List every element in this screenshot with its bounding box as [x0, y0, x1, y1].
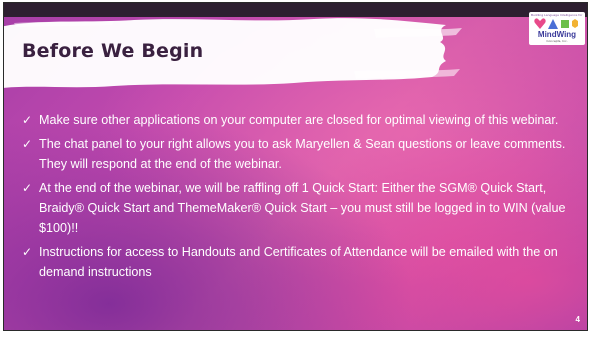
- bullet-item: ✓ Instructions for access to Handouts an…: [22, 242, 572, 282]
- checkmark-icon: ✓: [22, 245, 33, 259]
- logo-shapes-icon: [534, 18, 578, 29]
- bullet-text: Instructions for access to Handouts and …: [39, 245, 558, 279]
- bullet-text: The chat panel to your right allows you …: [39, 137, 566, 171]
- slide: Before We Begin Building Language Intell…: [3, 2, 588, 331]
- checkmark-icon: ✓: [22, 113, 33, 127]
- slide-title: Before We Begin: [22, 40, 204, 62]
- bullet-text: Make sure other applications on your com…: [39, 113, 559, 127]
- bullet-item: ✓ Make sure other applications on your c…: [22, 110, 572, 130]
- checkmark-icon: ✓: [22, 181, 33, 195]
- bullet-item: ✓ At the end of the webinar, we will be …: [22, 178, 572, 238]
- bullet-text: At the end of the webinar, we will be ra…: [39, 181, 566, 235]
- bullet-list: ✓ Make sure other applications on your c…: [22, 110, 572, 286]
- page-number: 4: [575, 315, 580, 324]
- mindwing-logo: Building Language Intelligence for Life …: [529, 12, 585, 45]
- logo-subtitle: Concepts, Inc.: [546, 39, 568, 43]
- bullet-item: ✓ The chat panel to your right allows yo…: [22, 134, 572, 174]
- logo-name: MindWing: [537, 30, 577, 39]
- logo-tagline: Building Language Intelligence for Life …: [531, 13, 583, 17]
- checkmark-icon: ✓: [22, 137, 33, 151]
